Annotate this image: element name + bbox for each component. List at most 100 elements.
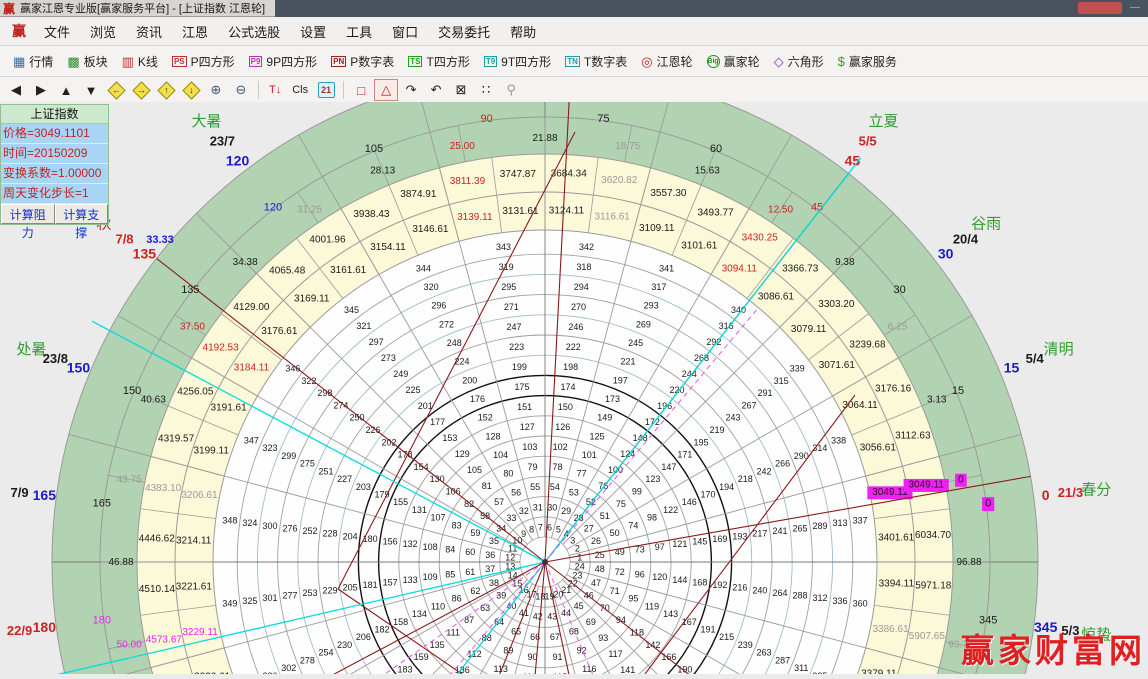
svg-text:0: 0 (1042, 487, 1050, 503)
close-button[interactable] (1078, 2, 1122, 14)
tn-icon: TN (565, 56, 580, 67)
svg-text:141: 141 (620, 665, 635, 674)
pin-button[interactable]: ⚲ (499, 79, 523, 101)
gann-wheel-canvas[interactable]: 1234567891011121314151617181920212223242… (0, 102, 1148, 674)
menu-item-browse[interactable]: 浏览 (80, 22, 126, 41)
svg-text:176: 176 (470, 394, 485, 404)
svg-text:98: 98 (647, 513, 657, 523)
svg-text:270: 270 (571, 302, 586, 312)
menu-item-tools[interactable]: 工具 (336, 22, 382, 41)
menu-item-trade[interactable]: 交易委托 (428, 22, 500, 41)
svg-text:8: 8 (529, 525, 534, 535)
menu-item-file[interactable]: 文件 (34, 22, 80, 41)
svg-text:159: 159 (414, 652, 429, 662)
toolbar-item-label: 行情 (29, 53, 53, 70)
svg-text:122: 122 (663, 505, 678, 515)
page-down-button[interactable]: ▼ (79, 79, 103, 101)
scroll-right-button[interactable]: ▶ (29, 79, 53, 101)
svg-text:347: 347 (244, 435, 259, 445)
svg-text:5: 5 (556, 525, 561, 535)
svg-text:3684.34: 3684.34 (551, 169, 588, 180)
svg-text:3938.43: 3938.43 (353, 209, 390, 220)
triangle-tool-button[interactable]: △ (374, 79, 398, 101)
toolbar-item-kline[interactable]: ▥K线 (115, 48, 165, 74)
svg-text:105: 105 (467, 465, 482, 475)
svg-text:0: 0 (958, 474, 964, 485)
zoom-out-button[interactable]: ⊖ (229, 79, 253, 101)
menu-item-help[interactable]: 帮助 (500, 22, 546, 41)
step-down-button[interactable]: ↓ (179, 79, 203, 101)
window-title: 赢家江恩专业版[赢家服务平台] - [上证指数 江恩轮] (20, 0, 265, 16)
svg-text:4129.00: 4129.00 (233, 302, 270, 313)
svg-text:222: 222 (566, 342, 581, 352)
svg-text:96: 96 (635, 569, 645, 579)
svg-text:158: 158 (393, 617, 408, 627)
calendar-icon: 21 (318, 82, 335, 98)
rotate-cw-button[interactable]: ↷ (399, 79, 423, 101)
toolbar-item-quotes[interactable]: ▦行情 (6, 48, 60, 74)
menu-item-formula-stock-pick[interactable]: 公式选股 (218, 22, 290, 41)
step-right-button[interactable]: → (129, 79, 153, 101)
expand-icon: ⊠ (456, 82, 467, 98)
svg-text:74: 74 (628, 520, 638, 530)
toolbar-item-t-square[interactable]: TST四方形 (401, 48, 477, 74)
minimize-icon[interactable]: — (1130, 3, 1140, 13)
hexagon-icon: ◇ (774, 55, 784, 68)
step-up-button[interactable]: ↑ (154, 79, 178, 101)
menu-item-window[interactable]: 窗口 (382, 22, 428, 41)
toolbar-item-gann-wheel[interactable]: ◎江恩轮 (634, 48, 699, 74)
svg-text:3146.61: 3146.61 (412, 224, 449, 235)
menu-item-settings[interactable]: 设置 (290, 22, 336, 41)
calc-support-button[interactable]: 计算支撑 (55, 204, 109, 224)
svg-text:150: 150 (558, 402, 573, 412)
svg-text:83: 83 (452, 520, 462, 530)
svg-text:171: 171 (677, 450, 692, 460)
svg-text:3430.25: 3430.25 (742, 233, 779, 244)
svg-text:203: 203 (356, 482, 371, 492)
svg-text:128: 128 (485, 431, 500, 441)
scroll-left-button[interactable]: ◀ (4, 79, 28, 101)
page-up-button[interactable]: ▲ (54, 79, 78, 101)
svg-text:28.13: 28.13 (370, 165, 395, 176)
svg-text:75: 75 (597, 113, 609, 125)
calendar-button[interactable]: 21 (314, 79, 338, 101)
toolbar-item-hexagon[interactable]: ◇六角形 (767, 48, 831, 74)
menu-item-news[interactable]: 资讯 (126, 22, 172, 41)
svg-text:34.38: 34.38 (233, 257, 258, 268)
toolbar-item-9t-square[interactable]: T99T四方形 (477, 48, 558, 74)
toolbar-item-p-square[interactable]: PSP四方形 (165, 48, 242, 74)
rotate-ccw-button[interactable]: ↶ (424, 79, 448, 101)
toolbar-item-winner-service[interactable]: $赢家服务 (831, 48, 904, 74)
svg-text:清明: 清明 (1044, 341, 1074, 358)
svg-text:60: 60 (465, 547, 475, 557)
toolbar-item-t-table[interactable]: TNT数字表 (558, 48, 634, 74)
time-axis-button[interactable]: T↓ (264, 79, 286, 101)
svg-text:47: 47 (591, 578, 601, 588)
toolbar-item-p-table[interactable]: PNP数字表 (324, 48, 401, 74)
zoom-in-button[interactable]: ⊕ (204, 79, 228, 101)
svg-text:21/3: 21/3 (1058, 485, 1083, 500)
svg-text:229: 229 (323, 585, 338, 595)
svg-text:215: 215 (719, 632, 734, 642)
svg-text:343: 343 (496, 242, 511, 252)
calc-resistance-button[interactable]: 计算阻力 (1, 204, 55, 224)
step-left-button[interactable]: ← (104, 79, 128, 101)
shrink-button[interactable]: ∷ (474, 79, 498, 101)
svg-text:177: 177 (430, 417, 445, 427)
expand-button[interactable]: ⊠ (449, 79, 473, 101)
square-tool-button[interactable]: □ (349, 79, 373, 101)
toolbar-item-winner-wheel[interactable]: Big赢家轮 (700, 48, 767, 74)
svg-text:241: 241 (772, 526, 787, 536)
toolbar-item-9p-square[interactable]: P99P四方形 (242, 48, 324, 74)
toolbar-item-sectors[interactable]: ▩板块 (60, 48, 114, 74)
svg-text:275: 275 (300, 459, 315, 469)
cls-button[interactable]: Cls (287, 79, 313, 101)
svg-text:249: 249 (393, 369, 408, 379)
menu-item-gann[interactable]: 江恩 (172, 22, 218, 41)
svg-text:92: 92 (577, 645, 587, 655)
svg-text:127: 127 (520, 422, 535, 432)
dollar-icon: $ (838, 55, 845, 68)
svg-text:3.13: 3.13 (927, 395, 947, 406)
svg-text:68: 68 (569, 627, 579, 637)
svg-text:3191.61: 3191.61 (211, 403, 248, 414)
